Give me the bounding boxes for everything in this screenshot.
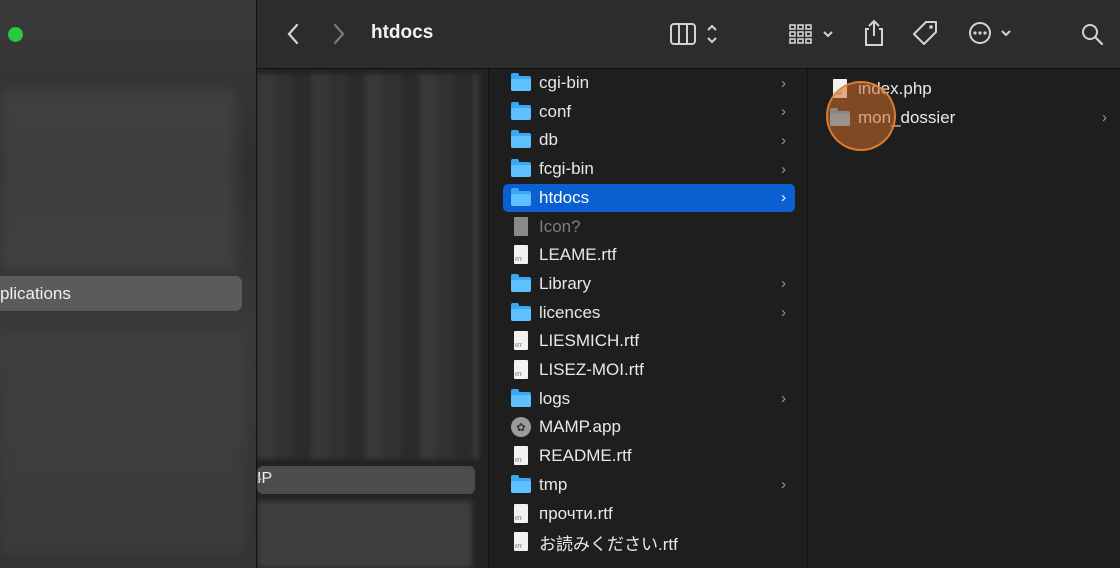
chevron-right-icon: › <box>781 74 786 92</box>
list-item-label: htdocs <box>539 187 590 207</box>
list-item-label: index.php <box>858 79 932 98</box>
list-item[interactable]: ✿ MAMP.app <box>503 413 795 441</box>
list-item-label: conf <box>539 101 572 121</box>
file-icon <box>511 216 531 237</box>
folder-icon <box>511 273 531 294</box>
list-item-label: cgi-bin <box>539 73 590 92</box>
folder-icon <box>511 159 531 179</box>
list-item-label: LEAME.rtf <box>539 245 617 265</box>
list-item[interactable]: index.php <box>822 75 1116 103</box>
rtf-file-icon <box>511 503 531 524</box>
list-item-label: LIESMICH.rtf <box>539 331 640 351</box>
blurred-column-content <box>257 74 479 459</box>
folder-icon <box>511 130 531 150</box>
folder-icon <box>511 388 531 409</box>
chevron-right-icon: › <box>1102 109 1107 127</box>
list-item[interactable]: Library › <box>503 270 795 298</box>
list-item[interactable]: licences › <box>503 299 795 327</box>
list-item[interactable]: db › <box>503 126 795 154</box>
list-item-label: mon_dossier <box>858 107 956 127</box>
list-item-label: tmp <box>539 474 568 494</box>
list-item[interactable]: mon_dossier › <box>822 104 1116 132</box>
chevron-right-icon: › <box>781 160 786 178</box>
list-item[interactable]: logs › <box>503 385 795 413</box>
more-icon[interactable] <box>966 18 1016 48</box>
column1-selected-row[interactable]: IP › <box>257 466 475 494</box>
list-item[interactable]: прочти.rtf <box>503 500 795 528</box>
php-file-icon <box>830 79 850 99</box>
list-item[interactable]: conf › <box>503 98 795 126</box>
browser-column-2: cgi-bin › conf › db › fcgi-bin › htdocs › Icon? LEA… <box>489 69 808 568</box>
sidebar-item-label: plications <box>0 284 71 303</box>
list-item-label: logs <box>539 388 571 408</box>
column-view-icon[interactable] <box>668 20 724 48</box>
list-item-label: Icon? <box>539 216 581 236</box>
chevron-right-icon: › <box>781 189 786 207</box>
list-item-label: README.rtf <box>539 446 632 466</box>
sidebar-item-applications[interactable]: plications <box>0 276 242 311</box>
rtf-file-icon <box>511 245 531 265</box>
search-icon[interactable] <box>1078 20 1106 48</box>
chevron-right-icon: › <box>781 476 786 494</box>
chevron-right-icon: › <box>781 103 786 121</box>
list-item[interactable]: LISEZ-MOI.rtf <box>503 356 795 384</box>
list-item[interactable]: LIESMICH.rtf <box>503 327 795 355</box>
list-item[interactable]: README.rtf <box>503 442 795 470</box>
group-icon[interactable] <box>786 20 838 48</box>
mamp-app-icon: ✿ <box>511 417 531 438</box>
folder-icon <box>511 73 531 93</box>
folder-icon <box>511 302 531 323</box>
list-item-label: MAMP.app <box>539 417 621 437</box>
browser-column-3: index.php mon_dossier › <box>808 69 1120 568</box>
folder-icon <box>511 474 531 495</box>
list-item-label: Library <box>539 273 591 293</box>
blurred-column-content <box>257 501 472 568</box>
rtf-file-icon <box>511 446 531 466</box>
rtf-file-icon <box>511 532 531 552</box>
rtf-file-icon <box>511 331 531 351</box>
chevron-right-icon: › <box>257 470 262 487</box>
list-item-label: db <box>539 130 558 150</box>
chevron-right-icon: › <box>781 304 786 322</box>
folder-icon <box>830 107 850 128</box>
list-item[interactable]: cgi-bin › <box>503 69 795 97</box>
chevron-left-icon[interactable] <box>281 20 305 48</box>
list-item[interactable]: お読みください.rtf <box>503 528 795 556</box>
window-zoom-button[interactable] <box>8 27 23 42</box>
list-item-label: fcgi-bin <box>539 159 594 179</box>
share-icon[interactable] <box>860 18 888 48</box>
list-item[interactable]: Icon? <box>503 213 795 241</box>
folder-icon <box>511 187 531 208</box>
browser-column-1: IP › <box>257 69 489 568</box>
window-title: htdocs <box>371 22 434 43</box>
list-item[interactable]: fcgi-bin › <box>503 155 795 183</box>
tag-icon[interactable] <box>910 18 940 48</box>
list-item[interactable]: htdocs › <box>503 183 795 212</box>
rtf-file-icon <box>511 360 531 380</box>
blurred-sidebar-content <box>0 330 246 555</box>
blurred-sidebar-content <box>0 90 236 270</box>
list-item-label: прочти.rtf <box>539 503 613 523</box>
list-item-label: LISEZ-MOI.rtf <box>539 360 644 379</box>
chevron-right-icon[interactable] <box>327 20 351 48</box>
chevron-right-icon: › <box>781 131 786 149</box>
chevron-right-icon: › <box>781 275 786 293</box>
folder-icon <box>511 101 531 122</box>
sidebar: plications <box>0 0 257 568</box>
chevron-right-icon: › <box>781 390 786 408</box>
list-item[interactable]: tmp › <box>503 471 795 499</box>
list-item-label: お読みください.rtf <box>539 534 678 554</box>
list-item[interactable]: LEAME.rtf <box>503 241 795 269</box>
list-item-label: licences <box>539 302 601 322</box>
